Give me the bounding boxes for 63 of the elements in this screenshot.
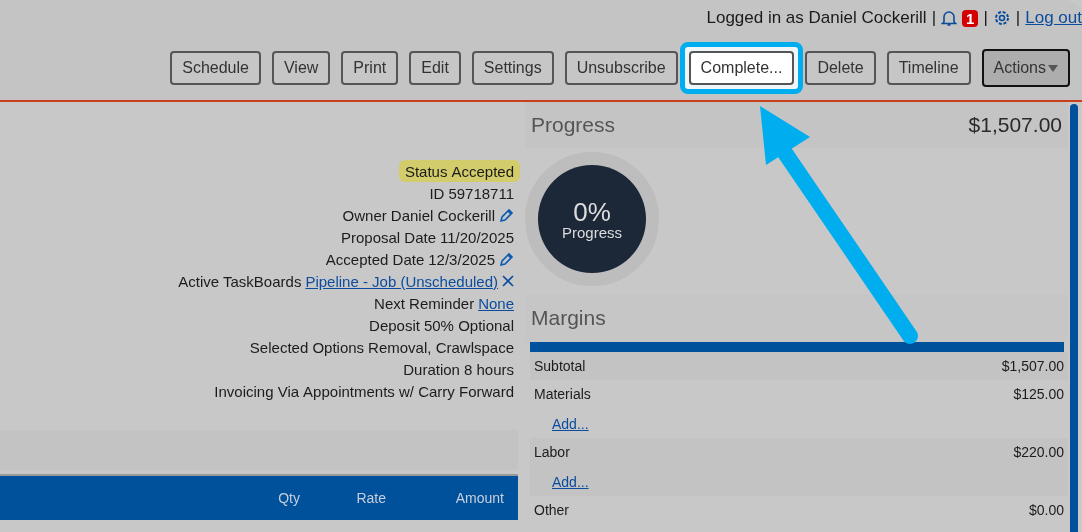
add-link[interactable]: Add... xyxy=(552,474,1064,490)
margin-value: $1,507.00 xyxy=(1001,358,1064,374)
detail-value: 50% Optional xyxy=(423,316,514,334)
progress-caption: Progress xyxy=(562,224,622,240)
bell-icon[interactable] xyxy=(941,9,958,27)
margin-label: Subtotal xyxy=(534,358,586,374)
actions-dropdown[interactable]: Actions xyxy=(981,49,1070,87)
detail-label: Selected Options xyxy=(249,338,365,356)
detail-value: Appointments w/ Carry Forward xyxy=(303,382,514,400)
caret-icon xyxy=(1048,64,1058,72)
detail-value: 59718711 xyxy=(448,184,514,202)
notification-count: 1 xyxy=(962,9,979,27)
settings-icon[interactable] xyxy=(992,9,1011,27)
toolbar-button[interactable]: Settings xyxy=(471,51,554,85)
logout-link[interactable]: Log out xyxy=(1025,8,1082,28)
progress-percent: 0% xyxy=(573,198,611,225)
detail-label: Deposit xyxy=(369,316,420,334)
margin-label: Other xyxy=(534,502,569,518)
scrollbar[interactable] xyxy=(1070,104,1078,532)
detail-label: Proposal Date xyxy=(340,228,437,246)
detail-value: Daniel Cockerill xyxy=(390,206,495,224)
toolbar-button[interactable]: Print xyxy=(341,51,399,85)
detail-label: ID xyxy=(429,184,445,202)
toolbar-button[interactable]: Edit xyxy=(409,51,461,85)
separator: | xyxy=(983,8,988,28)
toolbar-button[interactable]: Complete... xyxy=(688,51,795,85)
detail-label: Active TaskBoards xyxy=(178,272,302,290)
detail-link[interactable]: None xyxy=(478,294,514,312)
close-icon[interactable] xyxy=(502,275,514,287)
margin-value: $125.00 xyxy=(1013,386,1064,402)
separator: | xyxy=(931,8,937,28)
detail-label: Duration xyxy=(403,360,460,378)
separator: | xyxy=(1015,8,1021,28)
edit-icon[interactable] xyxy=(499,207,514,223)
column-header: Amount xyxy=(454,490,505,506)
column-header: Rate xyxy=(355,490,386,506)
edit-icon[interactable] xyxy=(499,251,514,267)
toolbar-button[interactable]: Schedule xyxy=(170,51,261,85)
detail-value: Removal, Crawlspace xyxy=(368,338,514,356)
margin-value: $0.00 xyxy=(1028,502,1064,518)
toolbar-button[interactable]: View xyxy=(271,51,331,85)
detail-label: Owner xyxy=(342,206,387,224)
add-link[interactable]: Add... xyxy=(552,416,1064,432)
detail-value: 8 hours xyxy=(463,360,514,378)
toolbar-button[interactable]: Delete xyxy=(805,51,876,85)
section-title: Progress xyxy=(531,113,616,137)
detail-value: Accepted xyxy=(451,162,514,180)
section-title: Margins xyxy=(531,306,606,330)
margin-value: $220.00 xyxy=(1013,444,1064,460)
margin-label: Labor xyxy=(534,444,570,460)
detail-label: Next Reminder xyxy=(374,294,475,312)
toolbar-button[interactable]: Unsubscribe xyxy=(564,51,678,85)
column-header: Qty xyxy=(277,490,300,506)
detail-label: Invoicing Via xyxy=(214,382,300,400)
detail-label: Accepted Date xyxy=(325,250,425,268)
detail-link[interactable]: Pipeline - Job (Unscheduled) xyxy=(305,272,498,290)
login-status: Logged in as Daniel Cockerill xyxy=(706,8,927,28)
detail-value: 11/20/2025 xyxy=(440,228,514,246)
detail-label: Status xyxy=(404,162,448,180)
total-amount: $1,507.00 xyxy=(968,113,1062,137)
toolbar-button[interactable]: Timeline xyxy=(886,51,971,85)
detail-value: 12/3/2025 xyxy=(428,250,495,268)
margin-label: Materials xyxy=(534,386,591,402)
